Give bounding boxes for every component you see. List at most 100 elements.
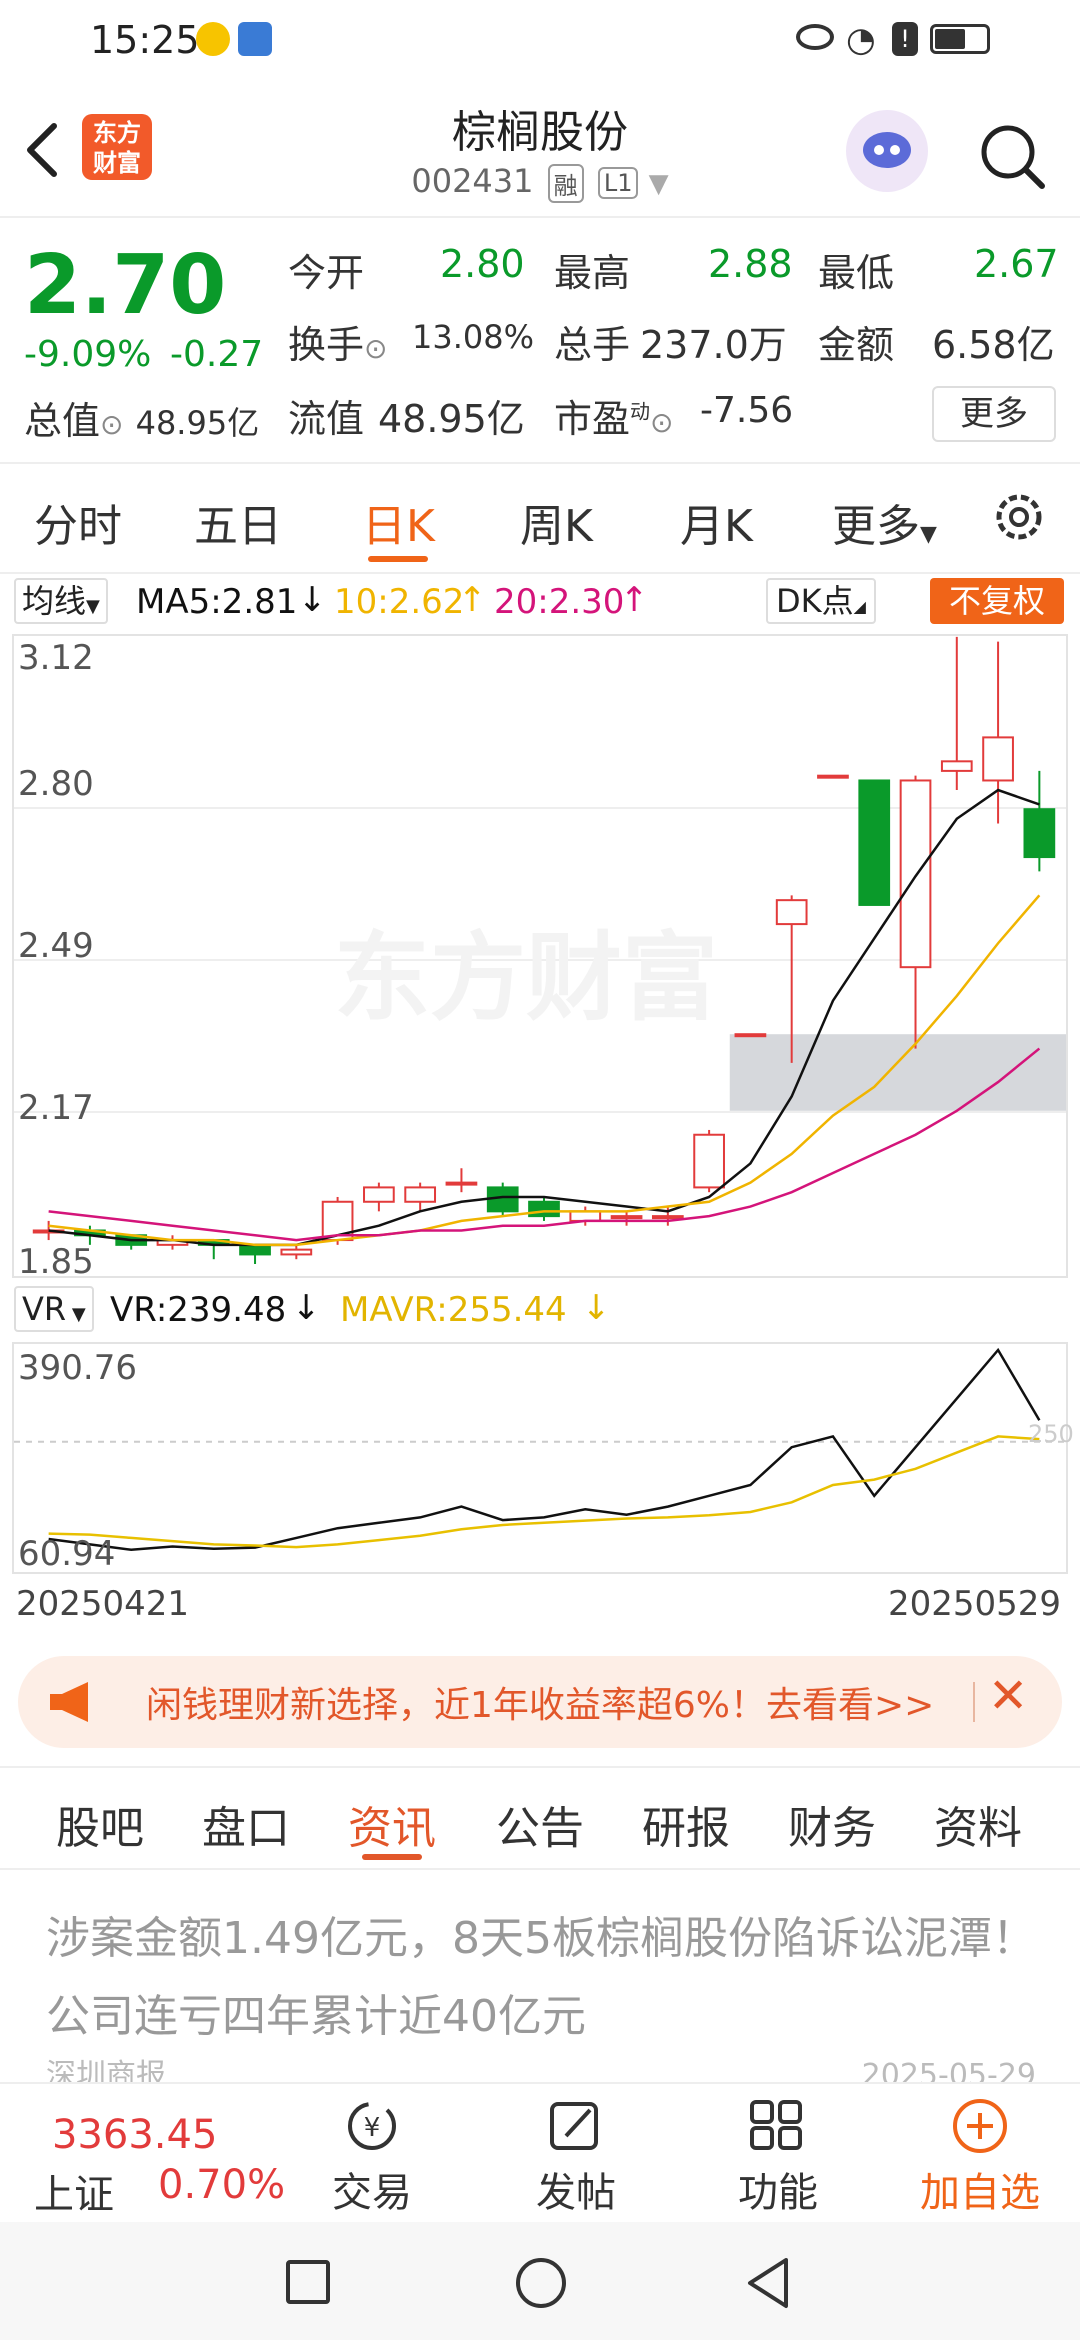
tab-finance[interactable]: 财务 — [788, 1792, 876, 1856]
low-label: 最低 — [818, 251, 895, 295]
wifi-icon: ◔ — [846, 20, 876, 60]
add-circle-icon[interactable] — [950, 2096, 1010, 2156]
pe-value: -7.56 — [700, 390, 794, 431]
candle — [899, 775, 932, 1049]
tab-five-day[interactable]: 五日 — [194, 490, 282, 554]
low-value: 2.67 — [974, 242, 1059, 286]
svg-text:¥: ¥ — [364, 2113, 381, 2143]
ma-selector[interactable]: 均线▼ — [14, 578, 108, 624]
status-bar: 15:25 ◔ ! — [0, 0, 1080, 84]
stock-header: 东方财富 棕榈股份 002431 融 L1 ▼ — [0, 84, 1080, 218]
candle — [693, 1129, 725, 1193]
total-value: 48.95亿 — [135, 404, 260, 442]
mavr-down-arrow-icon: ↓ — [582, 1288, 611, 1328]
vr-ref-label: 250 — [1028, 1420, 1074, 1448]
candle — [1023, 770, 1056, 872]
vr-tick-bottom: 60.94 — [18, 1534, 116, 1574]
index-name[interactable]: 上证 — [34, 2162, 114, 2220]
active-tab-indicator — [362, 1854, 422, 1860]
tab-intraday[interactable]: 分时 — [34, 490, 122, 554]
change-amount: -0.27 — [170, 334, 264, 375]
index-change[interactable]: 0.70% — [158, 2162, 285, 2208]
kline-chart[interactable]: 东方财富 3.12 2.80 2.49 2.17 1.85 — [12, 634, 1068, 1282]
change-percent: -9.09% — [24, 334, 152, 375]
tab-announcements[interactable]: 公告 — [496, 1792, 584, 1856]
tab-profile[interactable]: 资料 — [934, 1792, 1022, 1856]
vr-value: VR:239.48 — [110, 1290, 287, 1330]
tab-orderbook[interactable]: 盘口 — [202, 1792, 290, 1856]
add-watchlist-button[interactable]: 加自选 — [900, 2160, 1060, 2218]
ma20-label: 20:2.30 — [494, 582, 625, 622]
vr-chart[interactable]: 390.76 60.94 250 — [12, 1342, 1074, 1574]
promo-banner[interactable]: 闲钱理财新选择，近1年收益率超6%！去看看>> ✕ — [18, 1656, 1062, 1748]
info-dots-icon[interactable]: ⊙ — [650, 406, 673, 439]
float-value-label: 流值 — [288, 397, 365, 441]
volume-label: 总手 — [554, 323, 631, 367]
no-adjust-button[interactable]: 不复权 — [930, 578, 1064, 624]
vr-selector[interactable]: VR ▼ — [14, 1286, 94, 1332]
candle — [404, 1182, 437, 1212]
tab-research[interactable]: 研报 — [642, 1792, 730, 1856]
index-value[interactable]: 3363.45 — [52, 2112, 217, 2158]
tab-forum[interactable]: 股吧 — [56, 1792, 144, 1856]
settings-gear-icon[interactable] — [990, 488, 1048, 546]
trade-button[interactable]: 交易 — [292, 2160, 452, 2218]
high-label: 最高 — [554, 251, 631, 295]
recent-apps-icon[interactable] — [286, 2260, 330, 2304]
y-tick-0: 3.12 — [18, 638, 94, 678]
tab-weekly-k[interactable]: 周K — [520, 490, 593, 554]
more-button[interactable]: 更多 — [932, 386, 1056, 442]
candle — [239, 1243, 271, 1264]
dropdown-triangle-icon: ▼ — [648, 169, 669, 199]
weibo-icon — [196, 22, 230, 56]
amount-value: 6.58亿 — [932, 323, 1055, 367]
close-icon[interactable]: ✕ — [988, 1668, 1028, 1724]
tab-monthly-k[interactable]: 月K — [680, 490, 753, 554]
function-grid-icon[interactable] — [746, 2098, 806, 2154]
tab-daily-k[interactable]: 日K — [362, 490, 435, 554]
post-button[interactable]: 发帖 — [496, 2160, 656, 2218]
vr-line — [48, 1347, 1041, 1552]
news-item[interactable]: 涉案金额1.49亿元，8天5板棕榈股份陷诉讼泥潭！公司连亏四年累计近40亿元 深… — [46, 1900, 1036, 2096]
y-tick-2: 2.49 — [18, 926, 94, 966]
search-icon[interactable] — [976, 120, 1048, 192]
candle — [858, 779, 891, 906]
candle — [280, 1244, 313, 1260]
trade-icon[interactable]: ¥ — [340, 2098, 404, 2154]
level-tag: L1 — [597, 167, 639, 199]
high-value: 2.88 — [708, 242, 793, 286]
candle — [363, 1182, 395, 1212]
banner-text[interactable]: 闲钱理财新选择，近1年收益率超6%！去看看>> — [146, 1676, 976, 1728]
status-time: 15:25 — [90, 18, 200, 62]
open-value: 2.80 — [440, 242, 525, 286]
end-date: 20250529 — [888, 1584, 1062, 1624]
stock-code: 002431 — [411, 162, 534, 200]
vr-tick-top: 390.76 — [18, 1348, 137, 1388]
assistant-avatar-icon[interactable] — [846, 110, 928, 192]
candle — [734, 1033, 767, 1038]
function-button[interactable]: 功能 — [698, 2160, 858, 2218]
turnover-value: 13.08% — [412, 318, 535, 356]
back-nav-icon[interactable] — [744, 2256, 794, 2310]
alert-icon: ! — [892, 22, 918, 56]
eye-icon — [796, 24, 834, 50]
active-tab-indicator — [368, 556, 428, 562]
volume-value: 237.0万 — [640, 323, 787, 367]
home-icon[interactable] — [516, 2258, 566, 2308]
system-nav-bar — [0, 2222, 1080, 2340]
info-dots-icon[interactable]: ⊙ — [100, 408, 123, 441]
banner-divider — [973, 1682, 975, 1722]
news-headline[interactable]: 涉案金额1.49亿元，8天5板棕榈股份陷诉讼泥潭！公司连亏四年累计近40亿元 — [46, 1900, 1036, 2056]
pe-superscript: 动 — [630, 399, 651, 424]
dk-point-button[interactable]: DK点◢ — [766, 578, 876, 624]
total-value-row: 总值⊙ 48.95亿 — [24, 390, 259, 445]
turnover-label: 换手⊙ — [288, 323, 388, 367]
post-icon[interactable] — [546, 2098, 606, 2154]
tab-news[interactable]: 资讯 — [348, 1792, 436, 1856]
info-dots-icon[interactable]: ⊙ — [364, 332, 387, 365]
mavr-value: MAVR:255.44 — [340, 1290, 567, 1330]
dropdown-triangle-icon: ▼ — [66, 1304, 86, 1325]
tab-more[interactable]: 更多▼ — [832, 490, 937, 554]
corner-triangle-icon: ◢ — [853, 597, 866, 616]
ma10-up-arrow-icon: ↑ — [458, 580, 487, 620]
